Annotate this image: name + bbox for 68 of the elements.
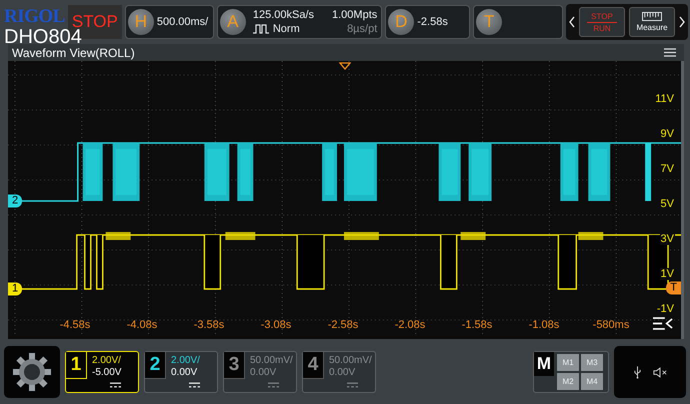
time-label: -1.08s bbox=[528, 319, 560, 331]
sample-rate: 125.00kSa/s bbox=[252, 8, 314, 22]
brand-logo: RIGOL bbox=[4, 6, 65, 28]
usb-icon bbox=[634, 366, 640, 378]
measure-button[interactable]: Measure bbox=[629, 7, 675, 37]
collapse-menu-icon[interactable] bbox=[653, 317, 673, 330]
channel-scale: 2.00V/ bbox=[171, 355, 200, 367]
channel-number: 4 bbox=[303, 352, 324, 379]
channel-tab[interactable]: 3 50.00mV/ 0.00V bbox=[223, 351, 297, 393]
channel-scale: 2.00V/ bbox=[92, 355, 122, 367]
volt-label: 5V bbox=[660, 198, 675, 210]
channel-offset: 0.00V bbox=[329, 367, 356, 379]
dc-coupling-icon bbox=[268, 382, 279, 388]
timebase-value: 500.00ms/ bbox=[156, 16, 209, 28]
acquire-label: A bbox=[220, 9, 246, 35]
model-name: DHO804 bbox=[4, 27, 82, 47]
channel-number: 3 bbox=[224, 352, 245, 379]
dc-coupling-icon bbox=[110, 382, 121, 388]
time-label: -4.58s bbox=[60, 319, 90, 331]
channel-tab[interactable]: 1 2.00V/ -5.00V bbox=[65, 351, 139, 393]
channel-number: 1 bbox=[66, 352, 87, 379]
channel-marker[interactable]: 2 bbox=[8, 194, 22, 208]
chevron-left-icon[interactable] bbox=[569, 16, 575, 28]
memory-depth: 1.00Mpts bbox=[332, 8, 378, 22]
dc-coupling-icon bbox=[189, 382, 200, 388]
channel-tab[interactable]: 4 50.00mV/ 0.00V bbox=[302, 351, 376, 393]
channel-marker[interactable]: 1 bbox=[8, 282, 22, 296]
time-label: -2.08s bbox=[394, 319, 426, 331]
channel-offset: 0.00V bbox=[250, 367, 278, 379]
delay-label: D bbox=[388, 9, 414, 35]
horizontal-panel[interactable]: H 500.00ms/ bbox=[124, 5, 214, 39]
time-label: -4.08s bbox=[126, 319, 158, 331]
horizontal-label: H bbox=[128, 9, 154, 35]
time-label: -580ms bbox=[592, 319, 630, 331]
channel-scale: 50.00mV/ bbox=[329, 355, 372, 367]
sample-interval: 8µs/pt bbox=[347, 22, 378, 36]
mute-icon bbox=[652, 366, 666, 378]
channel-offset: -5.00V bbox=[92, 367, 122, 379]
menu-icon[interactable] bbox=[664, 48, 676, 57]
chevron-right-icon[interactable] bbox=[679, 16, 685, 28]
math-label[interactable]: M bbox=[534, 352, 554, 376]
channel-scale: 50.00mV/ bbox=[250, 355, 293, 367]
time-label: -3.58s bbox=[194, 319, 224, 331]
pulse-icon bbox=[252, 24, 269, 34]
volt-label: 3V bbox=[660, 233, 675, 245]
channel-offset: 0.00V bbox=[171, 367, 198, 379]
ruler-icon bbox=[642, 12, 662, 21]
delay-value: -2.58s bbox=[417, 16, 449, 28]
volt-label: 7V bbox=[660, 163, 675, 175]
home-button[interactable] bbox=[4, 346, 60, 398]
dc-coupling-icon bbox=[347, 382, 358, 388]
delay-panel[interactable]: D -2.58s bbox=[385, 5, 470, 39]
channel-number: 2 bbox=[145, 352, 166, 379]
trigger-position-icon bbox=[339, 62, 351, 70]
acquire-panel[interactable]: A 125.00kSa/s Norm 1.00Mpts 8µs/pt bbox=[216, 5, 382, 39]
trigger-label: T bbox=[476, 9, 502, 35]
gear-icon bbox=[12, 352, 52, 392]
volt-label: 1V bbox=[660, 268, 675, 280]
volt-label: -1V bbox=[656, 303, 675, 315]
time-label: -1.58s bbox=[462, 319, 492, 331]
volt-label: 9V bbox=[660, 128, 675, 140]
channel-marker[interactable]: T bbox=[666, 282, 681, 294]
view-title: Waveform View(ROLL) bbox=[12, 46, 135, 60]
time-label: -2.58s bbox=[328, 319, 358, 331]
time-label: -3.08s bbox=[260, 319, 292, 331]
acquire-mode: Norm bbox=[272, 22, 300, 36]
channel-tab[interactable]: 2 2.00V/ 0.00V bbox=[144, 351, 218, 393]
volt-label: 11V bbox=[654, 93, 675, 105]
